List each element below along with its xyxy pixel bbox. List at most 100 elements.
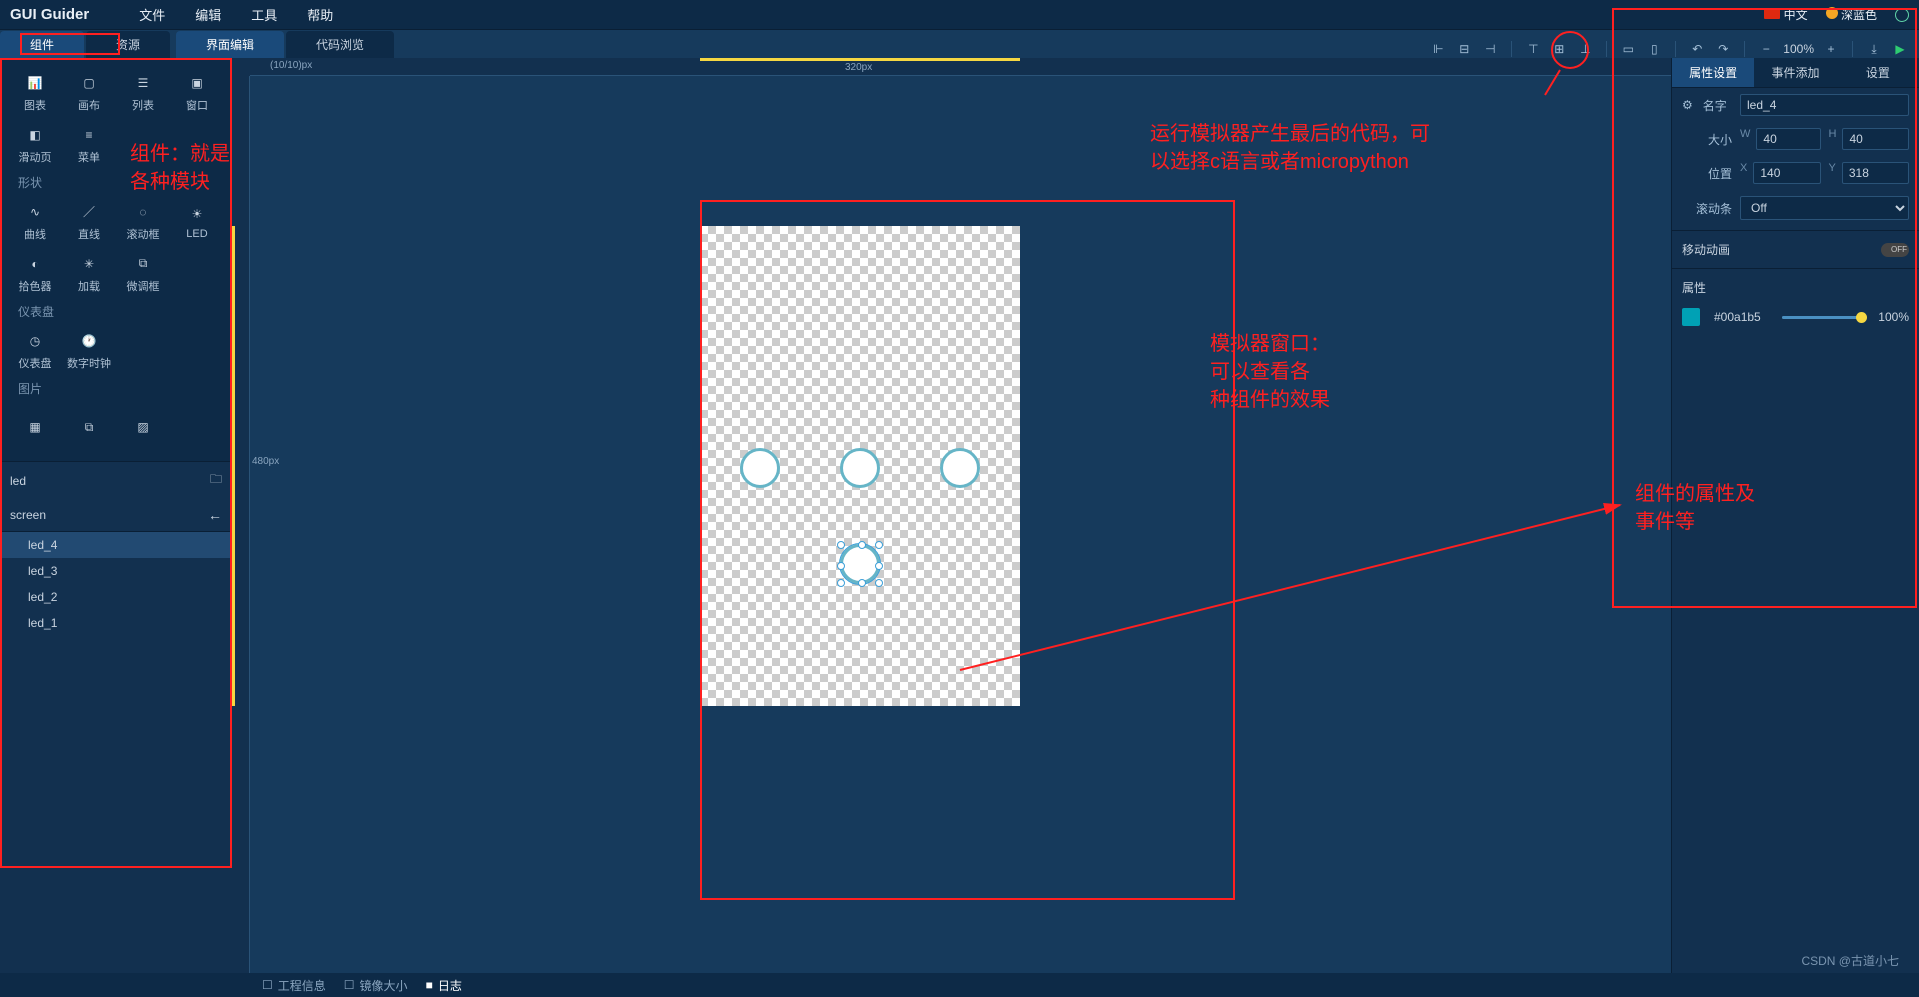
align-top-icon[interactable]: ⊤: [1524, 40, 1542, 58]
tab-component[interactable]: 组件: [0, 31, 84, 58]
prop-animation-row: 移动动画 OFF: [1672, 235, 1919, 264]
lang-selector[interactable]: 中文: [1764, 6, 1807, 23]
ruler-vertical: 480px: [232, 76, 250, 973]
align-center-h-icon[interactable]: ⊟: [1455, 40, 1473, 58]
canvas-area: (10/10)px 320px 480px: [232, 58, 1671, 973]
align-bottom-icon[interactable]: ⊥: [1576, 40, 1594, 58]
section-image: 图片: [8, 376, 224, 401]
widget-canvas[interactable]: ▢画布: [62, 66, 116, 118]
tree-folder-label: led: [10, 474, 26, 488]
widget-window[interactable]: ▣窗口: [170, 66, 224, 118]
widget-curve[interactable]: ∿曲线: [8, 195, 62, 247]
zoom-in-icon[interactable]: +: [1822, 40, 1840, 58]
distribute-v-icon[interactable]: ▯: [1645, 40, 1663, 58]
widget-led[interactable]: ☀LED: [170, 195, 224, 247]
menu-file[interactable]: 文件: [139, 5, 165, 24]
editor-toolbar: ⊩ ⊟ ⊣ ⊤ ⊞ ⊥ ▭ ▯ ↶ ↷ − 100% + ⤓ ▶: [1429, 40, 1919, 58]
tab-settings[interactable]: 设置: [1837, 58, 1919, 87]
tree-item-led2[interactable]: led_2: [0, 584, 232, 610]
prop-scrollbar-select[interactable]: Off: [1740, 196, 1909, 220]
widget-scroll[interactable]: ◌滚动框: [116, 195, 170, 247]
hierarchy-tree: led 🗀 screen ← led_4 led_3 led_2 led_1: [0, 461, 232, 973]
redo-icon[interactable]: ↷: [1714, 40, 1732, 58]
folder-icon: 🗀: [210, 470, 222, 491]
canvas-viewport[interactable]: [250, 76, 1671, 973]
status-project[interactable]: ☐工程信息: [262, 977, 326, 994]
animation-toggle[interactable]: OFF: [1881, 243, 1909, 257]
list-icon: ☰: [132, 72, 154, 94]
led-4-element-selected[interactable]: [840, 544, 880, 584]
gauge-icon: ◷: [24, 330, 46, 352]
prop-anim-label: 移动动画: [1682, 241, 1730, 258]
widget-list[interactable]: ☰列表: [116, 66, 170, 118]
widget-menu[interactable]: ≡菜单: [62, 118, 116, 170]
prop-name-input[interactable]: [1740, 94, 1909, 116]
tab-codeview[interactable]: 代码浏览: [286, 31, 394, 58]
widget-digitalclock[interactable]: 🕐数字时钟: [62, 324, 116, 376]
tab-editor[interactable]: 界面编辑: [176, 31, 284, 58]
tab-attributes[interactable]: 属性设置: [1672, 58, 1754, 87]
left-panel: 📊图表 ▢画布 ☰列表 ▣窗口 ◧滑动页 ≡菜单 形状 ∿曲线 ／直线 ◌滚动框…: [0, 58, 232, 973]
zoom-level[interactable]: 100%: [1783, 42, 1814, 56]
widget-image2[interactable]: ⧉: [62, 401, 116, 453]
widget-loading[interactable]: ✳加载: [62, 247, 116, 299]
globe-icon[interactable]: [1895, 8, 1909, 22]
run-simulator-button[interactable]: ▶: [1891, 40, 1909, 58]
widget-spinbox[interactable]: ⧉微调框: [116, 247, 170, 299]
prop-x-input[interactable]: [1753, 162, 1820, 184]
tree-folder[interactable]: led 🗀: [0, 462, 232, 499]
prop-height-input[interactable]: [1842, 128, 1909, 150]
theme-selector[interactable]: 深蓝色: [1826, 6, 1877, 23]
align-left-icon[interactable]: ⊩: [1429, 40, 1447, 58]
zoom-out-icon[interactable]: −: [1757, 40, 1775, 58]
color-swatch[interactable]: [1682, 308, 1700, 326]
prop-width-input[interactable]: [1756, 128, 1820, 150]
tab-resource[interactable]: 资源: [86, 31, 170, 58]
opacity-value: 100%: [1878, 310, 1909, 324]
export-icon[interactable]: ⤓: [1865, 40, 1883, 58]
color-hex-label: #00a1b5: [1714, 310, 1774, 324]
watermark: CSDN @古道小七: [1801, 952, 1899, 969]
widget-image1[interactable]: ▦: [8, 401, 62, 453]
tree-screen-row[interactable]: screen ←: [0, 499, 232, 532]
prop-attr-section: 属性: [1672, 273, 1919, 302]
ruler-coord: (10/10)px: [270, 60, 312, 71]
prop-name-label: 名字: [1703, 97, 1732, 114]
undo-icon[interactable]: ↶: [1688, 40, 1706, 58]
widget-gauge[interactable]: ◷仪表盘: [8, 324, 62, 376]
design-surface[interactable]: [700, 226, 1020, 706]
widget-image3[interactable]: ▨: [116, 401, 170, 453]
gallery-icon: ▨: [132, 416, 154, 438]
align-center-v-icon[interactable]: ⊞: [1550, 40, 1568, 58]
led-3-element[interactable]: [940, 448, 980, 488]
top-menubar: GUI Guider 文件 编辑 工具 帮助 中文 深蓝色: [0, 0, 1919, 30]
led-1-element[interactable]: [740, 448, 780, 488]
menu-tool[interactable]: 工具: [251, 5, 277, 24]
widget-slidepage[interactable]: ◧滑动页: [8, 118, 62, 170]
widget-line[interactable]: ／直线: [62, 195, 116, 247]
tree-screen-label: screen: [10, 508, 46, 522]
sub-tab-bar: 组件 资源 界面编辑 代码浏览 ⊩ ⊟ ⊣ ⊤ ⊞ ⊥ ▭ ▯ ↶ ↷ − 10…: [0, 30, 1919, 58]
image-size-icon: ☐: [344, 978, 355, 992]
section-gauge: 仪表盘: [8, 299, 224, 324]
back-arrow-icon[interactable]: ←: [208, 507, 222, 523]
widget-chart[interactable]: 📊图表: [8, 66, 62, 118]
menu-edit[interactable]: 编辑: [195, 5, 221, 24]
widget-colorpicker[interactable]: ◐拾色器: [8, 247, 62, 299]
spinbox-icon: ⧉: [132, 253, 154, 275]
align-right-icon[interactable]: ⊣: [1481, 40, 1499, 58]
prop-y-input[interactable]: [1842, 162, 1909, 184]
tree-item-led1[interactable]: led_1: [0, 610, 232, 636]
tree-item-led4[interactable]: led_4: [0, 532, 232, 558]
opacity-slider[interactable]: [1782, 316, 1862, 319]
status-log[interactable]: ■日志: [426, 977, 462, 994]
tab-events[interactable]: 事件添加: [1754, 58, 1836, 87]
status-imgsize[interactable]: ☐镜像大小: [344, 977, 408, 994]
menu-help[interactable]: 帮助: [307, 5, 333, 24]
gear-icon: ⚙: [1682, 98, 1693, 112]
app-title: GUI Guider: [10, 6, 89, 23]
tree-item-led3[interactable]: led_3: [0, 558, 232, 584]
led-2-element[interactable]: [840, 448, 880, 488]
property-tabs: 属性设置 事件添加 设置: [1672, 58, 1919, 88]
distribute-h-icon[interactable]: ▭: [1619, 40, 1637, 58]
